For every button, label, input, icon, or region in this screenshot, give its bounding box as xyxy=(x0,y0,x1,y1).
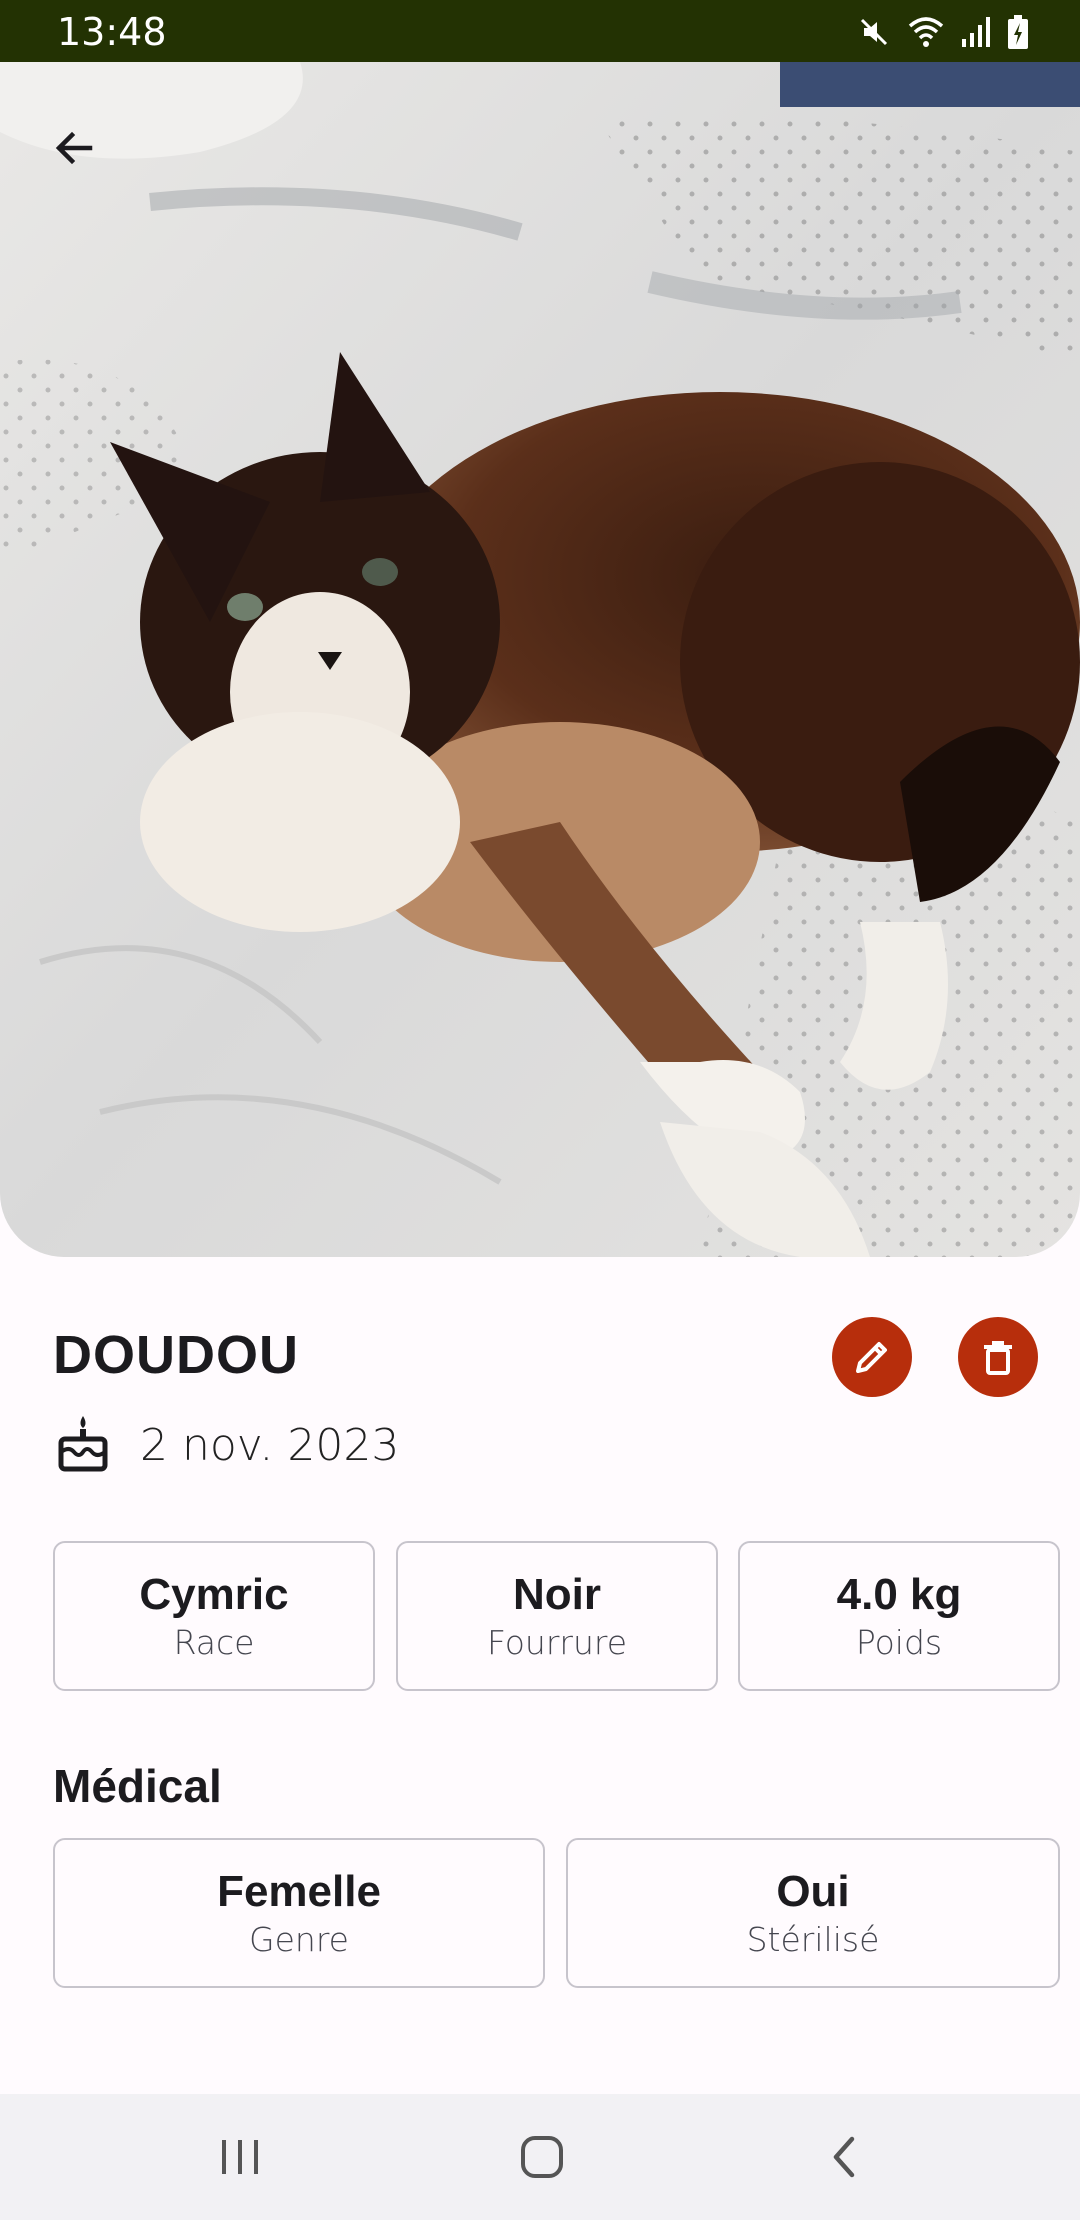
weight-label: Poids xyxy=(855,1623,943,1662)
fur-label: Fourrure xyxy=(486,1623,628,1662)
pet-photo xyxy=(0,62,1080,1257)
info-card-fur: Noir Fourrure xyxy=(396,1541,718,1691)
back-button[interactable] xyxy=(34,108,114,188)
birth-date-row: 2 nov. 2023 xyxy=(56,1405,399,1485)
trash-icon xyxy=(984,1341,1012,1375)
delete-button[interactable] xyxy=(958,1317,1038,1397)
chevron-left-icon xyxy=(833,2136,855,2178)
gender-label: Genre xyxy=(249,1920,349,1959)
info-card-weight: 4.0 kg Poids xyxy=(738,1541,1060,1691)
signal-icon xyxy=(960,15,992,49)
battery-charging-icon xyxy=(1006,14,1030,50)
pet-name: DOUDOU xyxy=(53,1325,299,1385)
wifi-icon xyxy=(906,14,946,50)
race-label: Race xyxy=(173,1623,255,1662)
arrow-back-icon xyxy=(55,131,93,165)
weight-value: 4.0 kg xyxy=(836,1570,962,1619)
gender-value: Femelle xyxy=(217,1867,381,1916)
medical-section-title: Médical xyxy=(53,1760,222,1812)
pencil-icon xyxy=(856,1342,887,1373)
birthday-cake-icon xyxy=(56,1412,110,1479)
home-icon xyxy=(521,2136,563,2178)
status-time: 13:48 xyxy=(57,10,167,54)
status-icons xyxy=(856,12,1030,52)
birth-date: 2 nov. 2023 xyxy=(140,1419,400,1471)
info-card-gender: Femelle Genre xyxy=(53,1838,545,1988)
status-bar: 13:48 xyxy=(0,0,1080,62)
sterilized-value: Oui xyxy=(776,1867,850,1916)
home-button[interactable] xyxy=(502,2122,582,2192)
recent-apps-icon xyxy=(222,2140,258,2174)
fur-value: Noir xyxy=(513,1570,601,1619)
mute-icon xyxy=(856,14,892,50)
recent-apps-button[interactable] xyxy=(200,2122,280,2192)
edit-button[interactable] xyxy=(832,1317,912,1397)
info-card-sterilized: Oui Stérilisé xyxy=(566,1838,1060,1988)
system-navigation-bar xyxy=(0,2094,1080,2220)
race-value: Cymric xyxy=(139,1570,289,1619)
info-card-race: Cymric Race xyxy=(53,1541,375,1691)
system-back-button[interactable] xyxy=(804,2122,884,2192)
sterilized-label: Stérilisé xyxy=(746,1920,880,1959)
